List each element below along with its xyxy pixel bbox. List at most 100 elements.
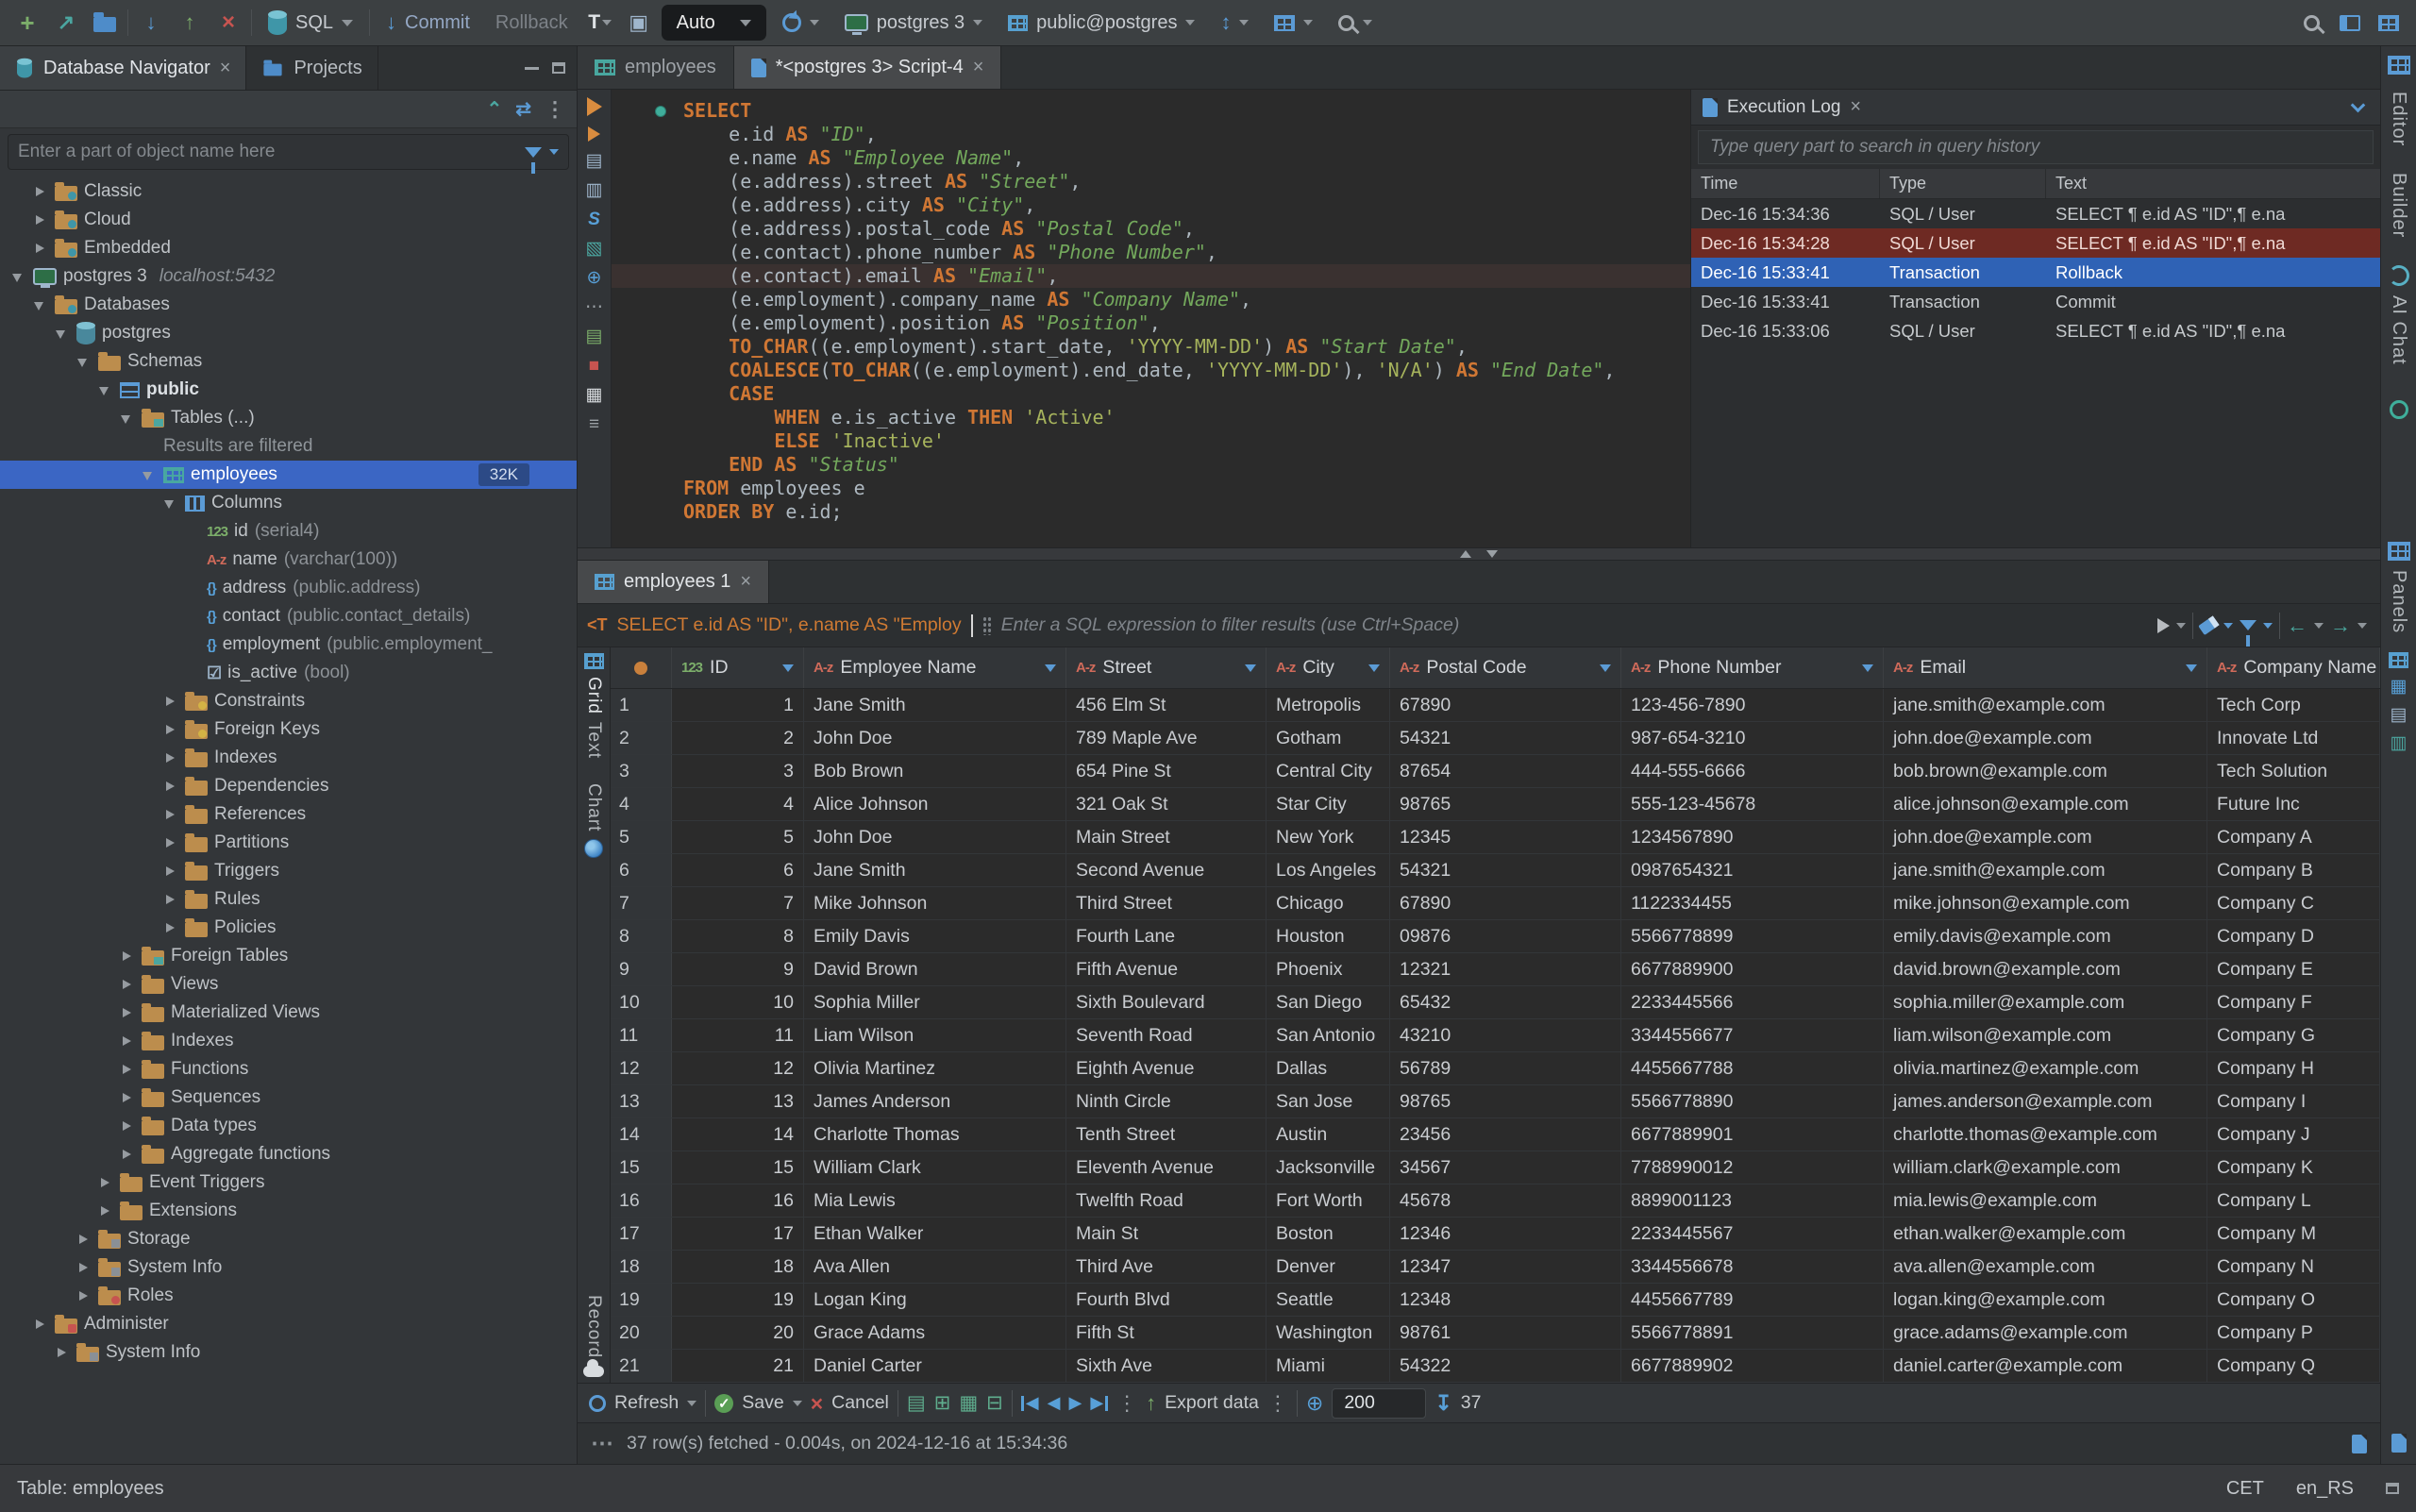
auto-refresh-button[interactable]: [773, 5, 829, 41]
tree-item-references[interactable]: References: [0, 800, 577, 829]
transactions-icon[interactable]: T: [584, 7, 616, 39]
cell[interactable]: 123-456-7890: [1621, 689, 1884, 721]
explain-plan-icon[interactable]: ▤: [586, 152, 603, 171]
cell[interactable]: 56789: [1390, 1052, 1621, 1084]
abort-icon[interactable]: [212, 7, 244, 39]
tree-expander-icon[interactable]: [31, 296, 48, 313]
tree-expander-icon[interactable]: [96, 1202, 113, 1219]
tree-item-storage[interactable]: Storage: [0, 1225, 577, 1253]
cell[interactable]: Ninth Circle: [1066, 1085, 1267, 1117]
cell[interactable]: 19: [672, 1284, 804, 1316]
cell[interactable]: Company Q: [2207, 1350, 2380, 1382]
table-row[interactable]: 10 10 Sophia Miller Sixth Boulevard San Dieg…: [611, 986, 2380, 1019]
timezone-indicator[interactable]: CET: [2226, 1478, 2264, 1500]
cell[interactable]: olivia.martinez@example.com: [1884, 1052, 2207, 1084]
tree-item-results-are-filtered[interactable]: Results are filtered: [0, 432, 577, 461]
cell[interactable]: Second Avenue: [1066, 854, 1267, 886]
column-header-employee-name[interactable]: A-z Employee Name: [804, 647, 1066, 688]
commit-button[interactable]: Commit: [377, 5, 479, 41]
sql-code[interactable]: SELECT e.id AS "ID", e.name AS "Employee…: [612, 90, 1690, 547]
tree-item-system-info[interactable]: System Info: [0, 1338, 577, 1367]
table-row[interactable]: 4 4 Alice Johnson 321 Oak St Star City 98765 5…: [611, 788, 2380, 821]
tree-expander-icon[interactable]: [118, 1089, 135, 1106]
last-row-icon[interactable]: ▶: [1090, 1393, 1109, 1413]
delete-row-icon[interactable]: ⊟: [986, 1393, 1003, 1413]
tree-expander-icon[interactable]: [118, 1146, 135, 1163]
row-number[interactable]: 10: [611, 986, 672, 1018]
table-row[interactable]: 19 19 Logan King Fourth Blvd Seattle 12348 445…: [611, 1284, 2380, 1317]
chevron-down-icon[interactable]: [2176, 622, 2186, 629]
cell[interactable]: 7788990012: [1621, 1151, 1884, 1184]
row-number[interactable]: 12: [611, 1052, 672, 1084]
tree-item-dependencies[interactable]: Dependencies: [0, 772, 577, 800]
cell[interactable]: Fort Worth: [1267, 1184, 1390, 1217]
close-icon[interactable]: [740, 571, 751, 593]
presentation-chart[interactable]: Chart: [583, 783, 604, 832]
tree-item-event-triggers[interactable]: Event Triggers: [0, 1168, 577, 1197]
cell[interactable]: 321 Oak St: [1066, 788, 1267, 820]
cell[interactable]: 789 Maple Ave: [1066, 722, 1267, 754]
tab-employees-1[interactable]: employees 1: [578, 561, 770, 603]
sync-selector[interactable]: [1211, 5, 1258, 41]
tree-item-foreign-keys[interactable]: Foreign Keys: [0, 715, 577, 744]
table-row[interactable]: 5 5 John Doe Main Street New York 12345 123456…: [611, 821, 2380, 854]
tree-item-triggers[interactable]: Triggers: [0, 857, 577, 885]
tree-item-address[interactable]: {} address (public.address): [0, 574, 577, 602]
row-number[interactable]: 1: [611, 689, 672, 721]
calc-icon[interactable]: ▦: [586, 386, 603, 405]
document-icon[interactable]: [2352, 1434, 2367, 1453]
cell[interactable]: 6677889901: [1621, 1118, 1884, 1151]
cell[interactable]: Company G: [2207, 1019, 2380, 1051]
tree-item-data-types[interactable]: Data types: [0, 1112, 577, 1140]
cell[interactable]: 987-654-3210: [1621, 722, 1884, 754]
close-icon[interactable]: [1850, 96, 1861, 118]
cell[interactable]: Charlotte Thomas: [804, 1118, 1066, 1151]
tree-expander-icon[interactable]: [96, 381, 113, 398]
editor-sidebar-tab[interactable]: Editor: [2388, 92, 2409, 146]
cell[interactable]: 12346: [1390, 1218, 1621, 1250]
cell[interactable]: jane.smith@example.com: [1884, 689, 2207, 721]
cell[interactable]: daniel.carter@example.com: [1884, 1350, 2207, 1382]
cell[interactable]: Company M: [2207, 1218, 2380, 1250]
table-row[interactable]: 14 14 Charlotte Thomas Tenth Street Austin 23…: [611, 1118, 2380, 1151]
cell[interactable]: 1: [672, 689, 804, 721]
cell[interactable]: 12: [672, 1052, 804, 1084]
chevron-down-icon[interactable]: [2263, 622, 2273, 629]
cell[interactable]: 54322: [1390, 1350, 1621, 1382]
navigator-search[interactable]: [8, 134, 569, 170]
save-button[interactable]: Save: [742, 1392, 783, 1414]
tree-item-administer[interactable]: Administer: [0, 1310, 577, 1338]
tree-expander-icon[interactable]: [31, 183, 48, 200]
cell[interactable]: 15: [672, 1151, 804, 1184]
cell[interactable]: Sixth Boulevard: [1066, 986, 1267, 1018]
view-menu-icon[interactable]: [545, 97, 565, 122]
tree-item-embedded[interactable]: Embedded: [0, 234, 577, 262]
row-number[interactable]: 14: [611, 1118, 672, 1151]
cell[interactable]: Los Angeles: [1267, 854, 1390, 886]
previous-row-icon[interactable]: ◀: [1048, 1393, 1061, 1413]
tree-expander-icon[interactable]: [118, 948, 135, 965]
tree-item-tables[interactable]: Tables (...): [0, 404, 577, 432]
cell[interactable]: 54321: [1390, 722, 1621, 754]
table-row[interactable]: 21 21 Daniel Carter Sixth Ave Miami 54322 6677…: [611, 1350, 2380, 1383]
cell[interactable]: liam.wilson@example.com: [1884, 1019, 2207, 1051]
cell[interactable]: 5566778891: [1621, 1317, 1884, 1349]
cell[interactable]: Seattle: [1267, 1284, 1390, 1316]
cell[interactable]: logan.king@example.com: [1884, 1284, 2207, 1316]
tree-expander-icon[interactable]: [31, 1316, 48, 1333]
row-number[interactable]: 4: [611, 788, 672, 820]
table-row[interactable]: 2 2 John Doe 789 Maple Ave Gotham 54321 987-65…: [611, 722, 2380, 755]
cell[interactable]: Tech Solution: [2207, 755, 2380, 787]
tree-item-indexes[interactable]: Indexes: [0, 744, 577, 772]
log-search-input[interactable]: Type query part to search in query histo…: [1698, 130, 2374, 164]
log-row[interactable]: Dec-16 15:34:36 SQL / User SELECT ¶ e.id A…: [1691, 199, 2380, 228]
clear-filter-icon[interactable]: [2198, 615, 2219, 635]
cell[interactable]: 0987654321: [1621, 854, 1884, 886]
tree-expander-icon[interactable]: [161, 863, 178, 880]
cell[interactable]: Mike Johnson: [804, 887, 1066, 919]
splitter-down-icon[interactable]: [1486, 550, 1498, 558]
sql-editor[interactable]: ▤ ▥ S ▧ ⊕ ⋯ ▤ ■ ▦ ≡ SELECT e.id AS "ID",…: [578, 90, 1690, 547]
cell[interactable]: 2233445567: [1621, 1218, 1884, 1250]
custom-filter-icon[interactable]: <T: [587, 615, 608, 635]
cell[interactable]: Tenth Street: [1066, 1118, 1267, 1151]
